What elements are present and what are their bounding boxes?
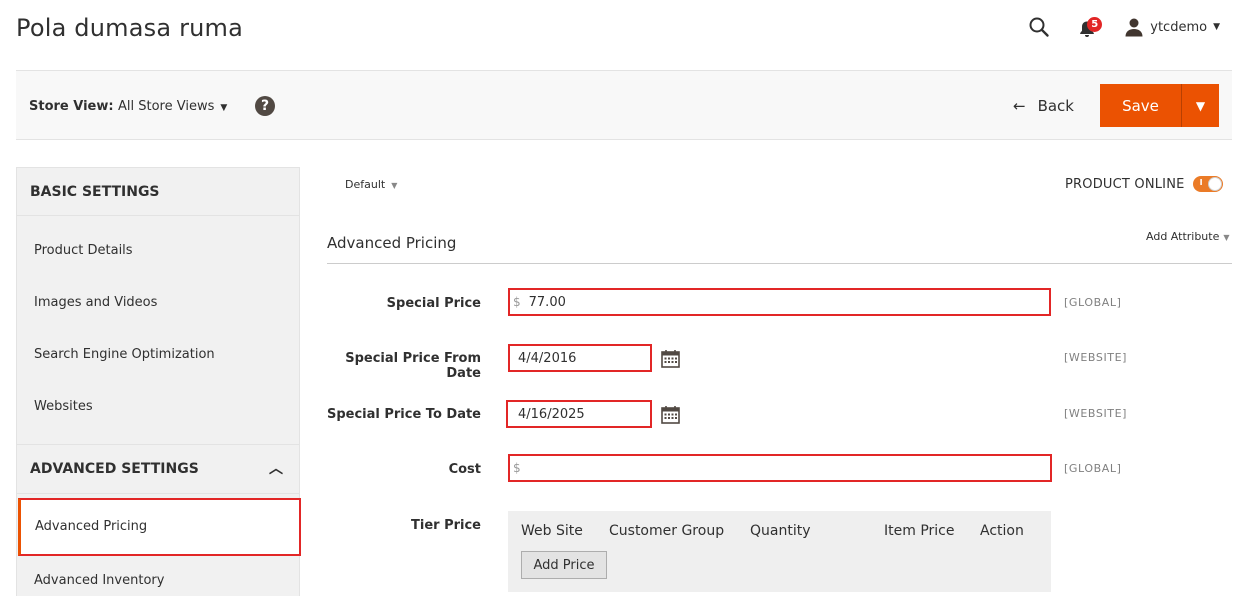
chevron-down-icon: ▼ [220, 103, 228, 113]
calendar-icon[interactable] [661, 405, 680, 424]
special-from-date-value: 4/4/2016 [518, 350, 577, 366]
cost-label: Cost [448, 462, 481, 477]
currency-symbol: $ [513, 461, 521, 475]
tier-column-header: Customer Group [609, 523, 725, 539]
sidebar-item-advanced-pricing[interactable]: Advanced Pricing [18, 498, 301, 556]
special-to-date-field[interactable]: 4/16/2025 [506, 400, 652, 428]
tier-column-header: Web Site [521, 523, 583, 539]
special-to-date-value: 4/16/2025 [518, 406, 585, 422]
store-view-switcher[interactable]: All Store Views ▼ [118, 99, 227, 114]
special-price-value: 77.00 [528, 294, 566, 310]
save-options-toggle[interactable]: ▼ [1181, 84, 1219, 127]
page-title: Pola dumasa ruma [16, 14, 244, 42]
advanced-settings-label: ADVANCED SETTINGS [30, 461, 199, 477]
search-icon[interactable] [1028, 16, 1050, 38]
settings-sidebar: BASIC SETTINGS Product Details Images an… [16, 167, 301, 596]
arrow-left-icon: ← [1013, 97, 1026, 115]
chevron-down-icon: ▼ [391, 181, 398, 190]
advanced-settings-heading[interactable]: ADVANCED SETTINGS ︿ [17, 445, 299, 493]
help-icon[interactable]: ? [255, 96, 275, 116]
header-actions: 5 ytcdemo ▼ [1028, 14, 1220, 40]
back-label: Back [1037, 97, 1074, 115]
store-view-label: Store View: [29, 99, 114, 114]
toggle-knob [1207, 177, 1222, 191]
special-to-scope: [WEBSITE] [1064, 407, 1128, 420]
sidebar-item-websites[interactable]: Websites [17, 381, 299, 433]
chevron-down-icon: ▼ [1223, 233, 1230, 242]
tier-price-table: Web Site Customer Group Quantity Item Pr… [508, 511, 1051, 592]
product-online-control: PRODUCT ONLINE I [1065, 176, 1223, 192]
cost-scope: [GLOBAL] [1064, 462, 1122, 475]
product-online-toggle[interactable]: I [1192, 176, 1223, 192]
add-attribute-label: Add Attribute [1146, 230, 1220, 243]
tier-column-header: Quantity [750, 523, 811, 539]
user-icon [1125, 18, 1143, 37]
special-from-scope: [WEBSITE] [1064, 351, 1128, 364]
special-from-label: Special Price From Date [345, 351, 481, 381]
add-attribute-button[interactable]: Add Attribute ▼ [1146, 230, 1230, 243]
section-divider [327, 263, 1232, 264]
sidebar-item-advanced-inventory[interactable]: Advanced Inventory [17, 555, 299, 596]
chevron-down-icon: ▼ [1213, 22, 1220, 32]
save-button-group: Save ▼ [1100, 84, 1219, 127]
tier-column-header: Action [980, 523, 1024, 539]
special-price-scope: [GLOBAL] [1064, 296, 1122, 309]
caret-down-icon: ▼ [1195, 98, 1206, 113]
divider [17, 215, 299, 216]
tier-price-label: Tier Price [411, 518, 481, 533]
special-price-field[interactable]: $ 77.00 [508, 288, 1051, 316]
notification-count-badge: 5 [1087, 17, 1103, 32]
calendar-icon[interactable] [661, 349, 680, 368]
username: ytcdemo [1150, 19, 1208, 35]
scope-value: Default [345, 178, 386, 191]
sidebar-item-product-details[interactable]: Product Details [17, 225, 299, 277]
currency-symbol: $ [513, 295, 521, 309]
special-to-label: Special Price To Date [326, 407, 481, 422]
save-button[interactable]: Save [1100, 84, 1181, 127]
notifications-bell[interactable]: 5 [1078, 16, 1103, 38]
back-button[interactable]: ← Back [1013, 95, 1074, 117]
cost-field[interactable]: $ [508, 454, 1052, 482]
add-price-button[interactable]: Add Price [521, 551, 607, 579]
section-title: Advanced Pricing [327, 234, 457, 252]
special-price-label: Special Price [386, 296, 481, 311]
toggle-on-mark: I [1199, 178, 1203, 187]
tier-column-header: Item Price [884, 523, 955, 539]
sidebar-item-seo[interactable]: Search Engine Optimization [17, 329, 299, 381]
basic-settings-heading[interactable]: BASIC SETTINGS [17, 168, 299, 216]
sidebar-item-images-and-videos[interactable]: Images and Videos [17, 277, 299, 329]
product-online-label: PRODUCT ONLINE [1065, 176, 1185, 192]
special-from-date-field[interactable]: 4/4/2016 [508, 344, 652, 372]
store-view-bar: Store View: All Store Views ▼ ? ← Back Sa… [16, 70, 1232, 140]
store-view-value: All Store Views [118, 99, 215, 114]
user-account-menu[interactable]: ytcdemo ▼ [1124, 17, 1220, 37]
scope-switcher[interactable]: Default ▼ [345, 178, 397, 191]
divider [17, 493, 299, 494]
chevron-up-icon: ︿ [269, 461, 283, 477]
